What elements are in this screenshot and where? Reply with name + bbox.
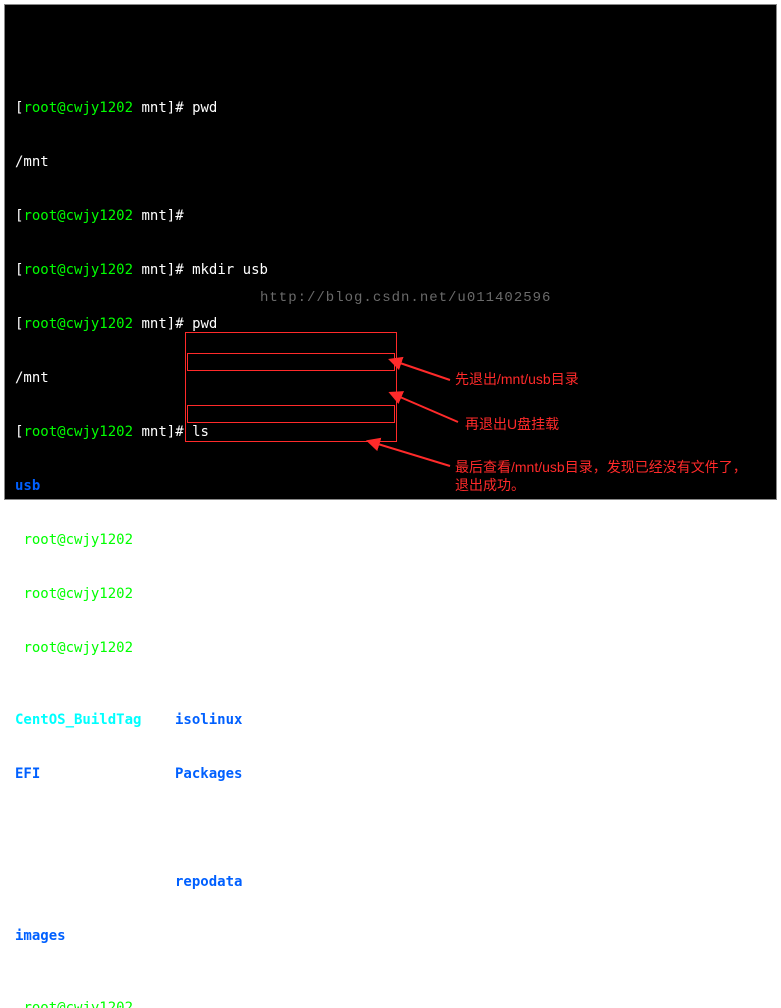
annotation-2: 再退出U盘挂载: [465, 415, 559, 433]
annotation-1: 先退出/mnt/usb目录: [455, 370, 579, 388]
ls-listing-row: EULARELEASE-NOTES-en-US.htmlRPM-GPG-KEY-…: [15, 819, 766, 837]
ls-listing-row: imagesRPM-GPG-KEY-CentOS-6: [15, 927, 766, 945]
terminal-line: [root@cwjy1202 mnt]#: [15, 207, 766, 225]
terminal-line: [root@cwjy1202 mnt]# mount /dev/sdb4 /mn…: [15, 531, 766, 549]
terminal-line: [root@cwjy1202 mnt]# cd /mnt/usb/: [15, 585, 766, 603]
ls-listing-row: GPLrepodataTRANS.TBL: [15, 873, 766, 891]
annotation-3: 最后查看/mnt/usb目录，发现已经没有文件了， 退出成功。: [455, 458, 747, 494]
terminal-output: /mnt: [15, 369, 766, 387]
terminal-line: [root@cwjy1202 mnt]# ls: [15, 423, 766, 441]
terminal-line: [root@cwjy1202 mnt]# pwd: [15, 315, 766, 333]
watermark-text: http://blog.csdn.net/u011402596: [260, 290, 551, 306]
terminal-window[interactable]: [root@cwjy1202 mnt]# pwd /mnt [root@cwjy…: [4, 4, 777, 500]
terminal-line: [root@cwjy1202 mnt]# pwd: [15, 99, 766, 117]
ls-listing-row: CentOS_BuildTagisolinuxRPM-GPG-KEY-CentO…: [15, 711, 766, 729]
terminal-line: [root@cwjy1202 usb]# cd ../..: [15, 999, 766, 1008]
terminal-line: [root@cwjy1202 usb]# ls: [15, 639, 766, 657]
terminal-output: /mnt: [15, 153, 766, 171]
ls-listing-row: EFIPackagesRPM-GPG-KEY-CentOS-Security-6: [15, 765, 766, 783]
terminal-line: [root@cwjy1202 mnt]# mkdir usb: [15, 261, 766, 279]
